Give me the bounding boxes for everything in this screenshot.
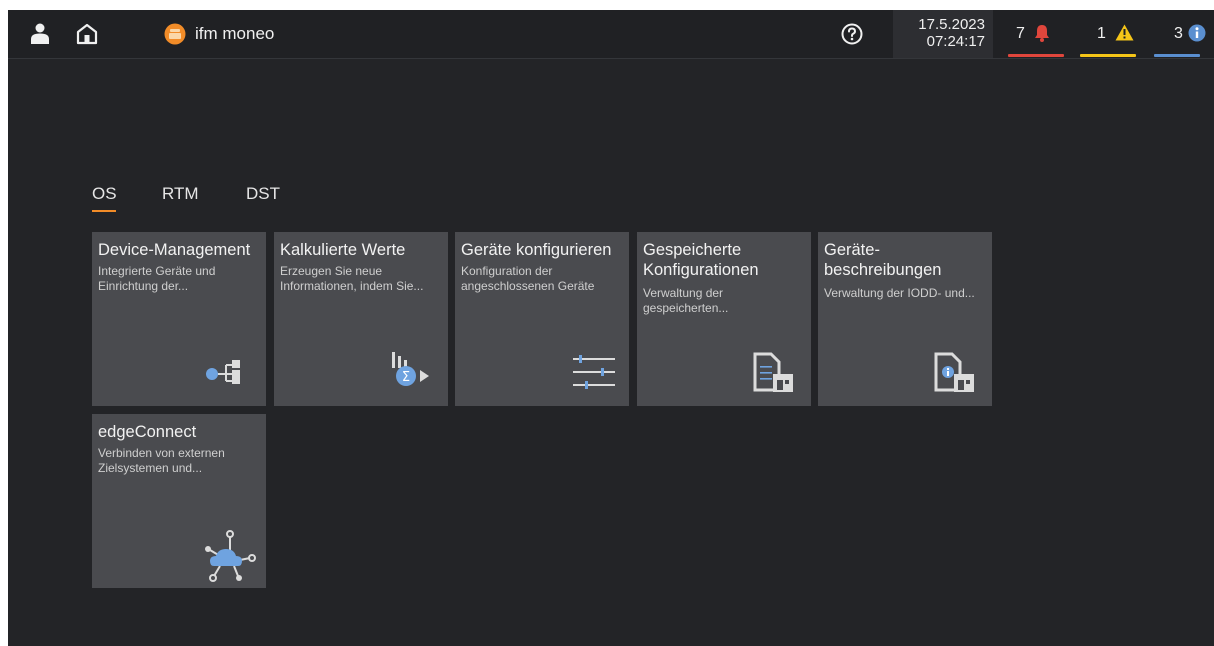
top-bar: ifm moneo 17.5.2023 07:24:17 7 1 3 — [8, 10, 1214, 59]
warning-icon — [1115, 24, 1134, 41]
help-icon[interactable] — [841, 23, 863, 45]
app-window: ifm moneo 17.5.2023 07:24:17 7 1 3 OS RT… — [8, 10, 1214, 646]
active-tab-indicator — [92, 210, 116, 212]
device-description-icon — [934, 352, 974, 392]
tile-device-management[interactable]: Device-Management Integrierte Geräte und… — [92, 232, 266, 406]
tile-title: edgeConnect — [98, 423, 197, 441]
bell-icon — [1035, 25, 1049, 42]
date-text: 17.5.2023 — [918, 16, 985, 33]
alarm-indicator-bar — [1008, 54, 1064, 57]
tile-title: Geräte konfigurieren — [461, 241, 612, 259]
info-count: 3 — [1174, 25, 1183, 42]
tab-rtm[interactable]: RTM — [162, 184, 199, 204]
info-indicator-bar — [1154, 54, 1200, 57]
calculation-icon: Σ — [392, 352, 429, 386]
tile-description: Verwaltung der IODD- und... — [824, 286, 975, 300]
tile-title: Device-Management — [98, 241, 251, 259]
device-network-icon — [206, 360, 240, 384]
tab-dst[interactable]: DST — [246, 184, 280, 204]
svg-text:Σ: Σ — [402, 370, 410, 385]
tile-device-descriptions[interactable]: Geräte-beschreibungen Verwaltung der IOD… — [818, 232, 992, 406]
warning-count: 1 — [1097, 25, 1106, 42]
time-text: 07:24:17 — [926, 33, 985, 50]
tab-os[interactable]: OS — [92, 184, 117, 204]
alarm-badge[interactable]: 7 — [1008, 10, 1064, 58]
user-icon[interactable] — [28, 22, 52, 46]
warning-badge[interactable]: 1 — [1080, 10, 1136, 58]
info-icon — [1188, 24, 1206, 42]
sliders-icon — [573, 355, 615, 389]
tile-description: Konfiguration der angeschlossenen Geräte — [461, 264, 595, 293]
date-time-display: 17.5.2023 07:24:17 — [893, 10, 993, 58]
home-icon[interactable] — [75, 22, 99, 46]
tile-saved-configurations[interactable]: Gespeicherte Konfigurationen Verwaltung … — [637, 232, 811, 406]
saved-config-icon — [753, 352, 793, 392]
tile-description: Erzeugen Sie neue Informationen, indem S… — [280, 264, 424, 293]
alarm-count: 7 — [1016, 25, 1025, 42]
tile-description: Verwaltung der gespeicherten... — [643, 286, 729, 315]
warning-indicator-bar — [1080, 54, 1136, 57]
tile-edgeconnect[interactable]: edgeConnect Verbinden von externen Ziels… — [92, 414, 266, 588]
ifm-logo-icon — [164, 23, 186, 45]
tile-calculated-values[interactable]: Kalkulierte Werte Erzeugen Sie neue Info… — [274, 232, 448, 406]
app-title: ifm moneo — [195, 24, 275, 43]
tile-title: Kalkulierte Werte — [280, 241, 406, 259]
tile-title: Geräte-beschreibungen — [824, 241, 942, 279]
tile-configure-devices[interactable]: Geräte konfigurieren Konfiguration der a… — [455, 232, 629, 406]
tile-title: Gespeicherte Konfigurationen — [643, 241, 759, 279]
cloud-connect-icon — [205, 530, 256, 582]
tile-description: Verbinden von externen Zielsystemen und.… — [98, 446, 225, 475]
info-badge[interactable]: 3 — [1154, 10, 1210, 58]
tile-description: Integrierte Geräte und Einrichtung der..… — [98, 264, 216, 293]
